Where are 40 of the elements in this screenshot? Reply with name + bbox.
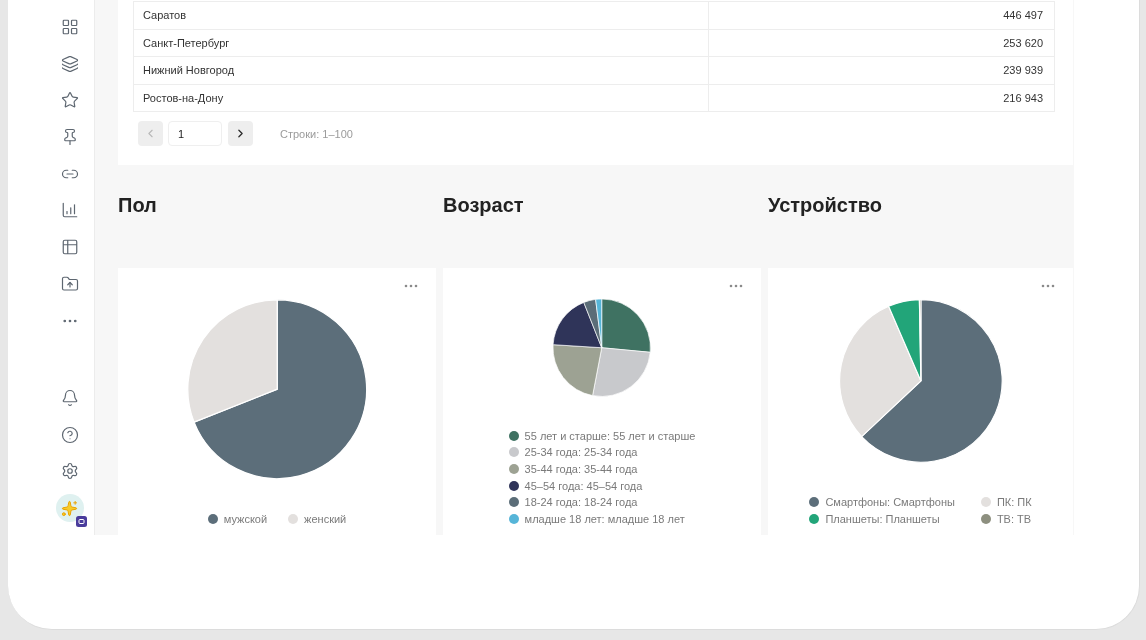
legend-label: 55 лет и старше: 55 лет и старше [524, 429, 696, 442]
next-page-button[interactable] [228, 121, 253, 146]
legend-label: Смартфоны: Смартфоны [825, 496, 955, 509]
legend-label: 25-34 года: 25-34 года [524, 446, 638, 459]
sparkle-icon [61, 499, 78, 517]
help-icon[interactable] [60, 425, 79, 444]
legend-label: 18-24 года: 18-24 года [524, 496, 638, 509]
settings-icon[interactable] [60, 462, 79, 481]
table-icon[interactable] [60, 238, 79, 257]
bar-chart-icon[interactable] [60, 201, 79, 220]
section-title: Пол [118, 193, 158, 217]
more-icon[interactable] [1041, 284, 1055, 288]
page-input[interactable]: 1 [168, 121, 222, 146]
more-icon[interactable] [729, 284, 743, 288]
section-title: Возраст [443, 193, 525, 217]
legend-label: женский [304, 512, 347, 525]
layers-icon[interactable] [60, 54, 79, 73]
table-cell-text: 239 939 [1002, 63, 1044, 79]
legend-label: ТВ: ТВ [996, 512, 1032, 525]
grid-icon[interactable] [60, 18, 79, 36]
table-cell-text: 253 620 [1002, 35, 1044, 51]
table-cell: Нижний Новгород [134, 57, 709, 84]
section-title: Устройство [768, 193, 883, 217]
table-cell: Саратов [134, 2, 709, 29]
legend-label: Планшеты: Планшеты [825, 512, 940, 525]
folder-icon[interactable] [60, 274, 79, 293]
legend-label: 35-44 года: 35-44 года [524, 462, 638, 475]
legend-label: 45–54 года: 45–54 года [524, 479, 643, 492]
rows-range-text: Строки: 1–100 [280, 127, 353, 140]
more-icon[interactable] [404, 284, 418, 288]
bell-icon[interactable] [60, 388, 79, 407]
legend-label: младше 18 лет: младше 18 лет [524, 512, 685, 525]
table-cell: Ростов-на-Дону [134, 84, 709, 111]
star-icon[interactable] [60, 91, 79, 110]
table-cell-text: 216 943 [1002, 90, 1044, 106]
legend-label: мужской [223, 512, 268, 525]
table-cell: Санкт-Петербург [134, 29, 709, 56]
table-cell-text: 446 497 [1002, 8, 1044, 24]
badge-icon [75, 516, 87, 527]
legend-label: ПК: ПК [996, 496, 1032, 509]
